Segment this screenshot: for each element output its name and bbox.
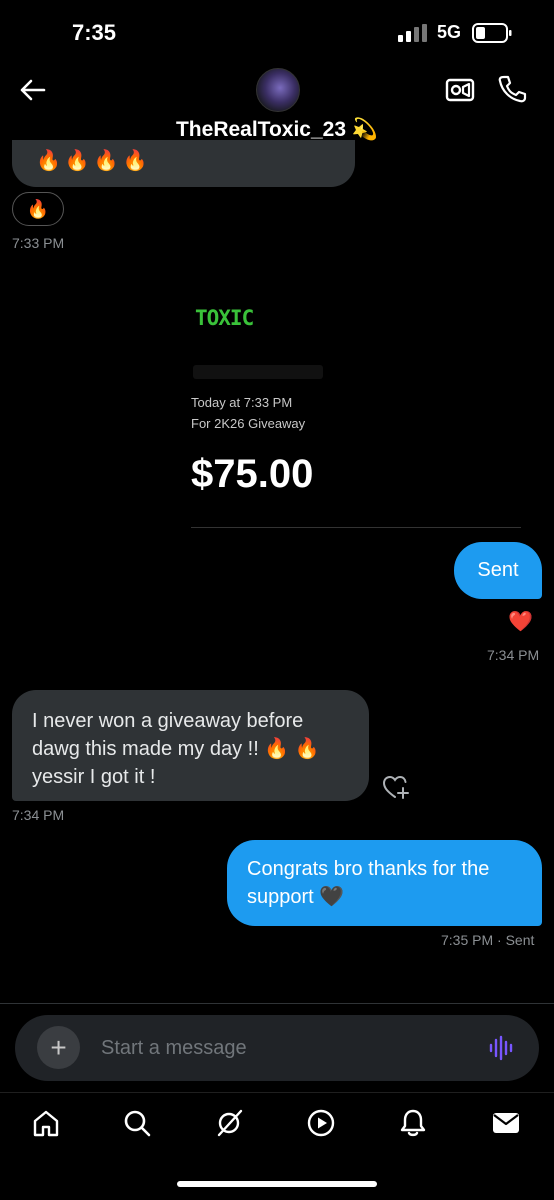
message-bubble-incoming[interactable]: I never won a giveaway before dawg this … — [12, 690, 369, 801]
payment-note: For 2K26 Giveaway — [191, 416, 306, 431]
payment-amount: $75.00 — [191, 452, 314, 496]
message-text: I never won a giveaway before dawg this … — [32, 710, 320, 788]
grok-icon[interactable] — [214, 1108, 244, 1138]
redacted-recipient — [193, 365, 323, 379]
voice-message-icon[interactable] — [488, 1034, 516, 1062]
heart-reaction-icon[interactable]: ❤️ — [508, 609, 533, 634]
messages-envelope-icon[interactable] — [491, 1108, 521, 1138]
notifications-bell-icon[interactable] — [398, 1108, 428, 1138]
status-time: 7:35 — [72, 20, 117, 45]
battery-icon — [472, 23, 512, 43]
message-text: Sent — [477, 559, 519, 581]
reaction-badge[interactable]: 🔥 — [12, 192, 64, 226]
back-arrow-icon[interactable] — [18, 76, 46, 104]
message-bubble-outgoing[interactable]: Sent — [454, 542, 542, 599]
signal-icon — [398, 24, 427, 42]
message-text: Congrats bro thanks for the support 🖤 — [247, 858, 490, 908]
message-timestamp: 7:34 PM — [487, 647, 540, 663]
message-timestamp: 7:34 PM — [12, 807, 65, 823]
add-attachment-button[interactable]: + — [37, 1026, 80, 1069]
network-label: 5G — [437, 22, 462, 42]
payment-logo: TOXIC — [195, 306, 254, 330]
home-icon[interactable] — [31, 1108, 61, 1138]
message-bubble-outgoing[interactable]: Congrats bro thanks for the support 🖤 — [227, 840, 542, 926]
avatar[interactable] — [256, 68, 300, 112]
payment-date: Today at 7:33 PM — [191, 395, 293, 410]
video-play-icon[interactable] — [306, 1108, 336, 1138]
phone-icon[interactable] — [497, 74, 527, 104]
add-reaction-icon[interactable] — [382, 774, 410, 800]
home-indicator[interactable] — [177, 1181, 377, 1187]
video-call-icon[interactable] — [445, 76, 475, 104]
conversation-username[interactable]: TheRealToxic_23 💫 — [0, 118, 554, 142]
composer-divider — [0, 1003, 554, 1004]
payment-divider — [191, 527, 521, 528]
message-emojis: 🔥🔥🔥🔥 — [36, 150, 152, 172]
message-timestamp: 7:33 PM — [12, 235, 65, 251]
message-timestamp-status: 7:35 PM · Sent — [441, 932, 535, 948]
search-icon[interactable] — [122, 1108, 152, 1138]
message-input[interactable] — [101, 1033, 461, 1063]
